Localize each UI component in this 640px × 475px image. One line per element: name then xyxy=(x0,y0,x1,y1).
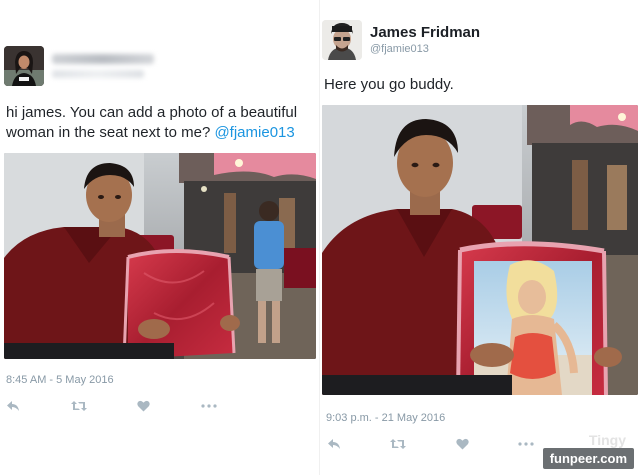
display-name[interactable]: James Fridman xyxy=(370,24,480,41)
faint-watermark: Tingy xyxy=(588,432,626,448)
reply-icon[interactable] xyxy=(4,398,22,414)
reply-tweet: James Fridman @fjamie013 Here you go bud… xyxy=(320,0,640,475)
tweet-text: Here you go buddy. xyxy=(324,76,454,93)
blurred-display-name xyxy=(52,54,154,64)
more-icon[interactable] xyxy=(517,436,535,452)
blurred-handle xyxy=(52,70,144,78)
mention-link[interactable]: @fjamie013 xyxy=(214,124,294,141)
tweet-timestamp[interactable]: 8:45 AM - 5 May 2016 xyxy=(6,374,114,386)
retweet-icon[interactable] xyxy=(70,398,88,414)
like-icon[interactable] xyxy=(134,398,152,414)
user-avatar[interactable] xyxy=(4,46,44,86)
reply-icon[interactable] xyxy=(325,436,343,452)
retweet-icon[interactable] xyxy=(389,436,407,452)
more-icon[interactable] xyxy=(200,398,218,414)
original-tweet: hi james. You can add a photo of a beaut… xyxy=(0,0,320,475)
site-watermark: funpeer.com xyxy=(542,448,634,469)
tweet-photo[interactable] xyxy=(4,153,316,359)
tweet-actions xyxy=(4,398,218,414)
tweet-text: hi james. You can add a photo of a beaut… xyxy=(6,103,318,143)
tweet-timestamp[interactable]: 9:03 p.m. - 21 May 2016 xyxy=(326,412,445,424)
user-handle[interactable]: @fjamie013 xyxy=(370,43,429,55)
user-avatar[interactable] xyxy=(322,20,362,60)
tweet-actions xyxy=(325,436,535,452)
tweet-photo[interactable] xyxy=(322,105,638,395)
like-icon[interactable] xyxy=(453,436,471,452)
